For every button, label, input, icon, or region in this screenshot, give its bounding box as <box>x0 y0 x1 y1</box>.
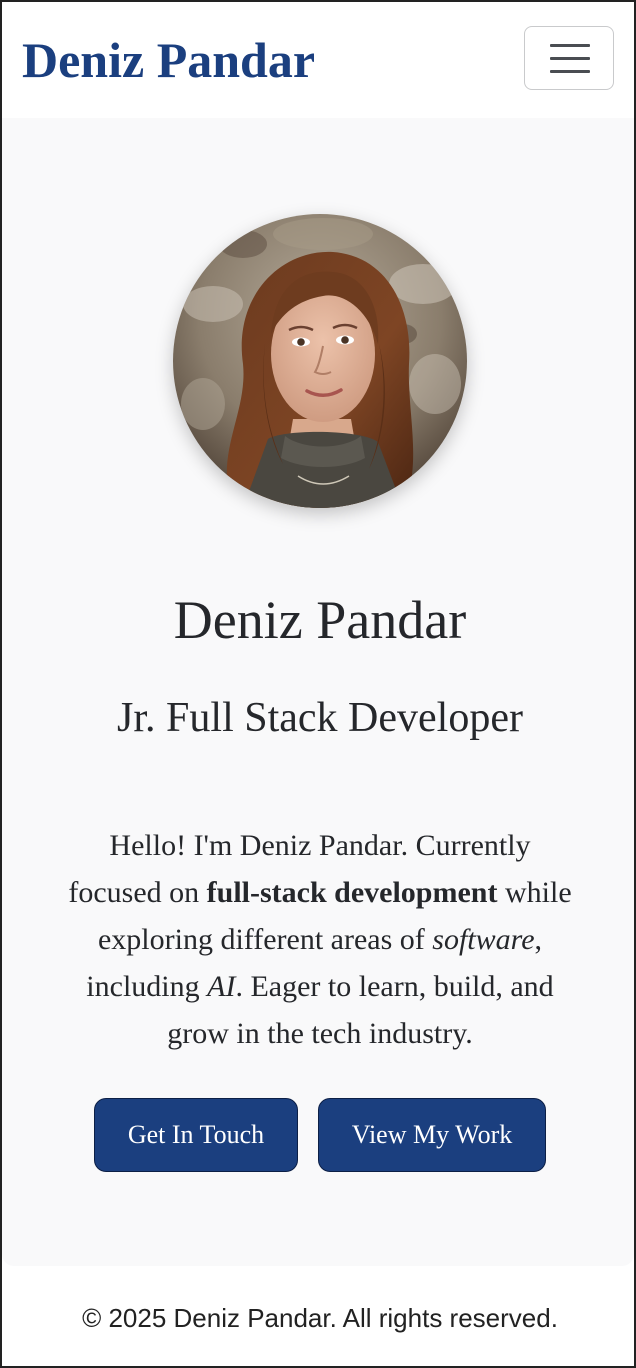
hero-section: Deniz Pandar Jr. Full Stack Developer He… <box>2 118 634 1266</box>
copyright-text: © 2025 Deniz Pandar. All rights reserved… <box>82 1303 558 1333</box>
profile-photo <box>173 214 467 508</box>
view-my-work-button[interactable]: View My Work <box>318 1098 546 1172</box>
brand-link[interactable]: Deniz Pandar <box>22 30 315 90</box>
hero-role: Jr. Full Stack Developer <box>117 695 523 741</box>
bio-italic: AI <box>207 970 236 1003</box>
navbar: Deniz Pandar <box>2 2 634 118</box>
bio-emphasis: full-stack development <box>206 876 498 909</box>
get-in-touch-button[interactable]: Get In Touch <box>94 1098 298 1172</box>
footer: © 2025 Deniz Pandar. All rights reserved… <box>2 1292 636 1344</box>
menu-toggle-button[interactable] <box>524 26 614 90</box>
page-frame: Deniz Pandar Deniz Pandar Jr. Full Stack… <box>0 0 636 1368</box>
bio-italic: software <box>432 923 535 956</box>
hero-bio: Hello! I'm Deniz Pandar. Currently focus… <box>62 822 578 1057</box>
hero-name: Deniz Pandar <box>173 590 467 650</box>
